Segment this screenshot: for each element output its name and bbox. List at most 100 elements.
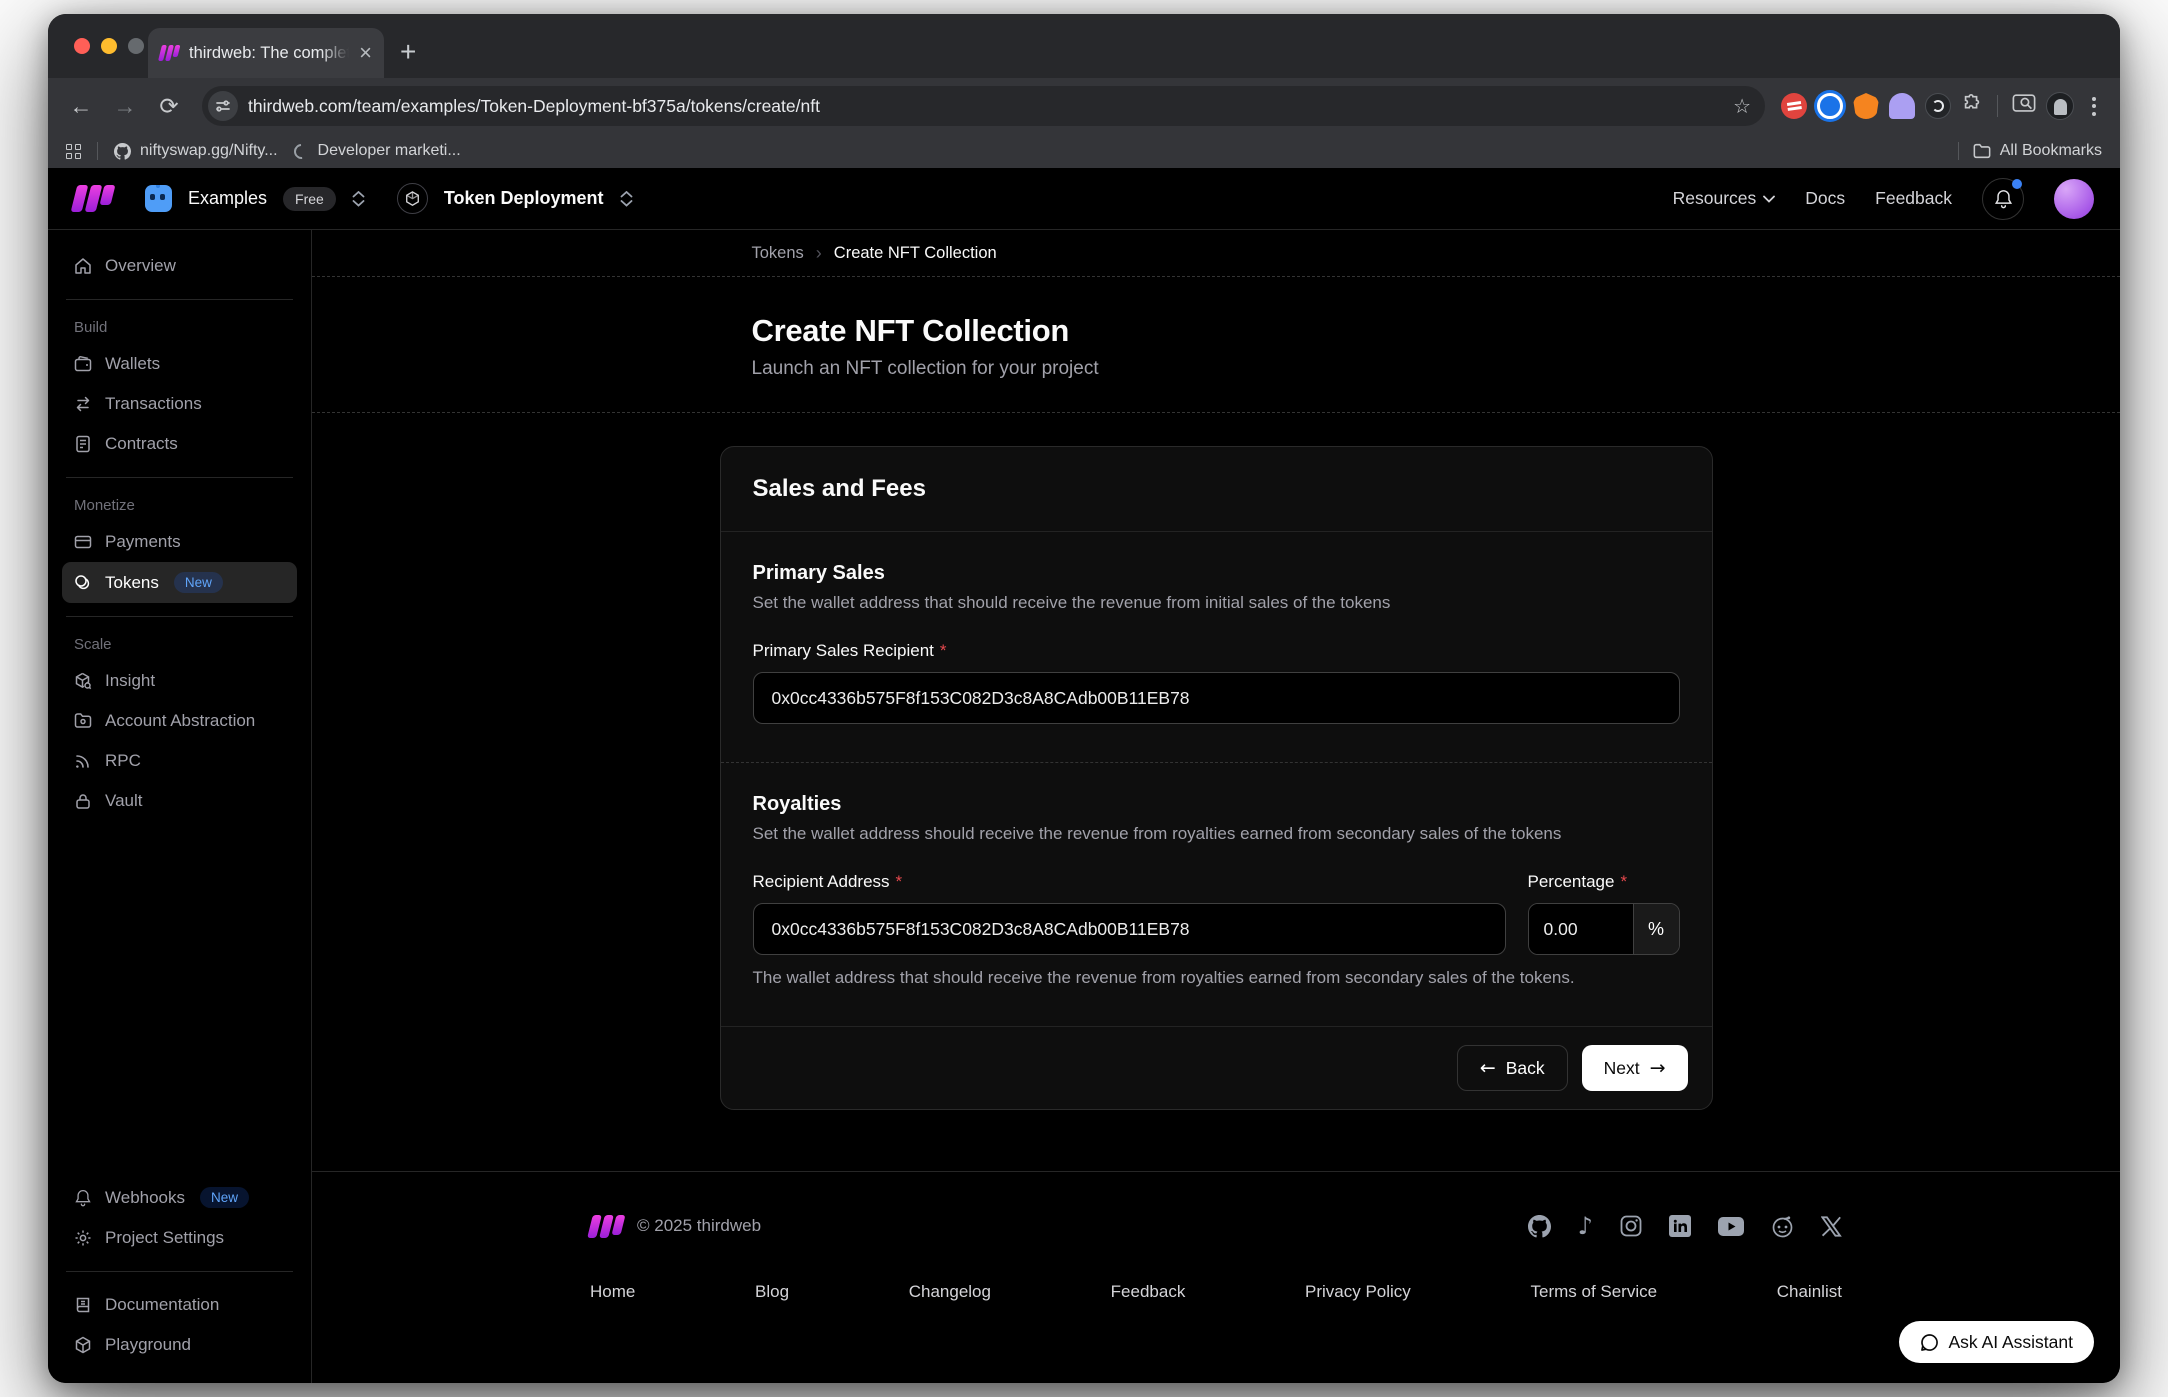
sidebar-label: Webhooks <box>105 1188 185 1208</box>
recipient-address-input[interactable] <box>753 903 1506 955</box>
sidebar-item-account-abstraction[interactable]: Account Abstraction <box>62 701 297 741</box>
github-icon[interactable] <box>1528 1215 1551 1238</box>
footer-link-home[interactable]: Home <box>590 1282 635 1302</box>
ask-ai-assistant-button[interactable]: Ask AI Assistant <box>1899 1321 2095 1363</box>
primary-sales-recipient-input[interactable] <box>753 672 1680 724</box>
site-settings-icon[interactable] <box>208 91 238 121</box>
breadcrumb-row: Tokens › Create NFT Collection <box>312 230 2120 277</box>
sidebar-item-documentation[interactable]: Documentation <box>62 1285 297 1325</box>
address-bar[interactable]: thirdweb.com/team/examples/Token-Deploym… <box>202 86 1765 126</box>
primary-sales-heading: Primary Sales <box>753 562 1680 585</box>
close-window-button[interactable] <box>74 38 90 54</box>
sidebar-label: Insight <box>105 671 155 691</box>
docs-link[interactable]: Docs <box>1805 188 1845 209</box>
footer-link-terms-of-service[interactable]: Terms of Service <box>1530 1282 1657 1302</box>
contract-icon <box>74 435 92 453</box>
url-text: thirdweb.com/team/examples/Token-Deploym… <box>248 96 1717 117</box>
sidebar-item-transactions[interactable]: Transactions <box>62 384 297 424</box>
sidebar-label: Tokens <box>105 573 159 593</box>
bookmark-star-icon[interactable]: ☆ <box>1727 94 1757 119</box>
instagram-icon[interactable] <box>1620 1215 1642 1237</box>
project-switcher-icon[interactable] <box>620 191 633 207</box>
footer-link-privacy-policy[interactable]: Privacy Policy <box>1305 1282 1411 1302</box>
extensions-puzzle-icon[interactable] <box>1961 93 1983 120</box>
footer-link-changelog[interactable]: Changelog <box>909 1282 991 1302</box>
sidebar-label: Project Settings <box>105 1228 224 1248</box>
footer-link-blog[interactable]: Blog <box>755 1282 789 1302</box>
required-asterisk: * <box>896 872 903 892</box>
bookmark-item[interactable]: niftyswap.gg/Nifty... <box>114 142 278 160</box>
browser-profile-avatar[interactable] <box>2046 92 2074 120</box>
breadcrumb-tokens-link[interactable]: Tokens <box>752 244 804 263</box>
bookmarks-divider <box>1958 142 1959 160</box>
linkedin-icon[interactable] <box>1669 1215 1691 1237</box>
credit-card-icon <box>74 533 92 551</box>
sidebar-item-contracts[interactable]: Contracts <box>62 424 297 464</box>
user-avatar[interactable] <box>2054 179 2094 219</box>
thirdweb-footer-logo <box>590 1215 623 1238</box>
minimize-window-button[interactable] <box>101 38 117 54</box>
primary-sales-section: Primary Sales Set the wallet address tha… <box>721 532 1712 762</box>
breadcrumb: Tokens › Create NFT Collection <box>720 243 1713 264</box>
forward-icon[interactable]: → <box>108 93 142 120</box>
sidebar-item-webhooks[interactable]: Webhooks New <box>62 1177 297 1218</box>
sidebar-item-project-settings[interactable]: Project Settings <box>62 1218 297 1258</box>
back-icon[interactable]: ← <box>64 93 98 120</box>
sidebar-item-insight[interactable]: Insight <box>62 661 297 701</box>
sidebar-item-rpc[interactable]: RPC <box>62 741 297 781</box>
sidebar-label: Documentation <box>105 1295 219 1315</box>
royalties-description: Set the wallet address should receive th… <box>753 824 1680 844</box>
royalties-section: Royalties Set the wallet address should … <box>721 762 1712 1026</box>
browser-menu-icon[interactable] <box>2084 97 2104 116</box>
tiktok-icon[interactable]: ♪ <box>1578 1214 1593 1238</box>
feedback-link[interactable]: Feedback <box>1875 188 1952 209</box>
thirdweb-logo[interactable] <box>74 185 113 212</box>
youtube-icon[interactable] <box>1718 1217 1744 1236</box>
sales-and-fees-card: Sales and Fees Primary Sales Set the wal… <box>720 446 1713 1110</box>
sidebar-item-tokens[interactable]: Tokens New <box>62 562 297 603</box>
percentage-field: % <box>1528 903 1680 955</box>
team-name[interactable]: Examples <box>188 188 267 209</box>
metamask-extension-icon[interactable] <box>1853 93 1879 119</box>
all-bookmarks-button[interactable]: All Bookmarks <box>1973 142 2102 160</box>
next-button[interactable]: Next → <box>1582 1045 1688 1091</box>
sidebar-label: Vault <box>105 791 143 811</box>
reload-icon[interactable]: ⟳ <box>152 93 186 120</box>
new-badge: New <box>200 1187 249 1208</box>
bell-icon <box>74 1189 92 1207</box>
extension-icon[interactable] <box>1781 93 1807 119</box>
sidebar-item-vault[interactable]: Vault <box>62 781 297 821</box>
primary-sales-recipient-label: Primary Sales Recipient <box>753 641 934 661</box>
sidebar-item-playground[interactable]: Playground <box>62 1325 297 1365</box>
footer-link-chainlist[interactable]: Chainlist <box>1777 1282 1842 1302</box>
folder-icon <box>74 712 92 730</box>
new-tab-button[interactable]: + <box>400 38 416 66</box>
apps-grid-icon[interactable] <box>66 144 81 159</box>
reddit-icon[interactable] <box>1771 1215 1794 1238</box>
footer-link-feedback[interactable]: Feedback <box>1111 1282 1186 1302</box>
sidebar-item-payments[interactable]: Payments <box>62 522 297 562</box>
home-icon <box>74 257 92 275</box>
sidebar-item-overview[interactable]: Overview <box>62 246 297 286</box>
zoom-window-button[interactable] <box>128 38 144 54</box>
project-name[interactable]: Token Deployment <box>444 188 604 209</box>
phantom-extension-icon[interactable] <box>1889 93 1915 119</box>
percentage-input[interactable] <box>1529 904 1633 954</box>
notifications-button[interactable] <box>1982 178 2024 220</box>
tab-search-icon[interactable] <box>2012 93 2036 120</box>
x-icon[interactable] <box>1821 1216 1842 1237</box>
team-switcher-icon[interactable] <box>352 191 365 207</box>
bookmark-item[interactable]: Developer marketi... <box>294 142 461 160</box>
resources-menu[interactable]: Resources <box>1673 188 1776 209</box>
browser-tab[interactable]: thirdweb: The complete web3 × <box>148 28 384 78</box>
extension-icon[interactable] <box>1817 93 1843 119</box>
back-button[interactable]: ← Back <box>1457 1045 1568 1091</box>
extension-icon[interactable] <box>1925 93 1951 119</box>
sidebar-item-wallets[interactable]: Wallets <box>62 344 297 384</box>
footer-links: Home Blog Changelog Feedback Privacy Pol… <box>590 1282 1842 1302</box>
toolbar-divider <box>1997 95 1998 117</box>
tab-strip: thirdweb: The complete web3 × + <box>48 14 2120 78</box>
app-header: Examples Free Token Deployment Res <box>48 168 2120 230</box>
coins-icon <box>74 574 92 592</box>
tab-close-icon[interactable]: × <box>359 42 372 64</box>
